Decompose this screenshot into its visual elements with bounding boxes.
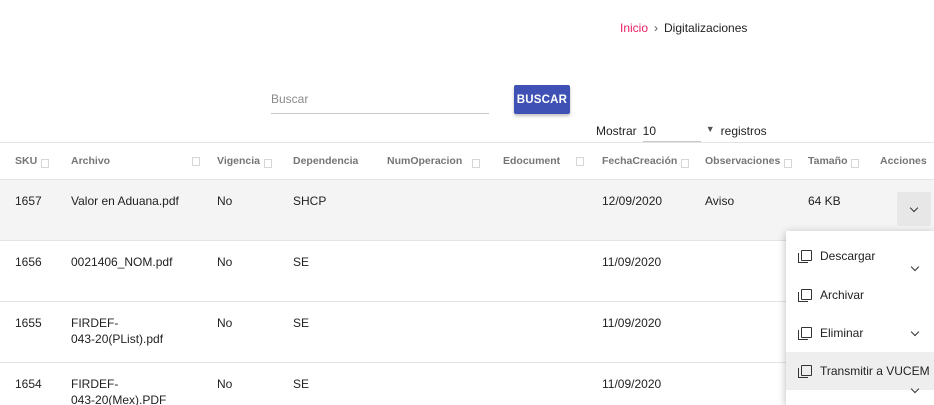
cell-vigencia: No xyxy=(217,377,233,391)
sort-icon[interactable] xyxy=(41,158,50,168)
page-size-control: Mostrar 10 ▼ registros xyxy=(596,120,767,142)
column-header-observaciones[interactable]: Observaciones xyxy=(705,155,793,168)
cell-archivo-line2: 043-20(Mex).PDF xyxy=(71,393,167,405)
sort-icon[interactable] xyxy=(192,157,200,166)
cell-archivo: Valor en Aduana.pdf xyxy=(71,194,179,208)
chevron-down-icon xyxy=(909,203,919,212)
row-actions-menu: Descargar Archivar Eliminar Transmitir a… xyxy=(786,231,934,405)
cell-archivo-line1: FIRDEF- xyxy=(71,316,119,330)
cell-dependencia: SE xyxy=(293,377,310,391)
cell-archivo: 0021406_NOM.pdf xyxy=(71,255,173,269)
cell-dependencia: SE xyxy=(293,255,310,269)
records-label: registros xyxy=(720,124,767,138)
cell-vigencia: No xyxy=(217,316,233,330)
breadcrumb-home-link[interactable]: Inicio xyxy=(620,21,648,35)
sort-icon[interactable] xyxy=(472,158,481,168)
cell-archivo-line1: FIRDEF- xyxy=(71,377,119,391)
table-header: SKU Archivo Vigencia Dependencia NumOper… xyxy=(0,142,934,180)
breadcrumb: Inicio › Digitalizaciones xyxy=(620,21,747,35)
menu-item-descargar[interactable]: Descargar xyxy=(786,237,934,275)
cell-fecha: 12/09/2020 xyxy=(602,194,663,208)
dropdown-arrow-icon: ▼ xyxy=(705,124,715,134)
file-copy-icon xyxy=(798,327,812,340)
cell-vigencia: No xyxy=(217,194,233,208)
cell-tamano: 64 KB xyxy=(808,194,841,208)
page-size-value: 10 xyxy=(642,123,657,138)
cell-fecha: 11/09/2020 xyxy=(602,255,662,269)
sort-icon[interactable] xyxy=(681,158,690,168)
search-button[interactable]: BUSCAR xyxy=(514,85,570,114)
menu-item-eliminar[interactable]: Eliminar xyxy=(786,314,934,352)
column-header-archivo[interactable]: Archivo xyxy=(71,155,110,167)
column-header-sku[interactable]: SKU xyxy=(15,155,50,168)
chevron-down-icon[interactable] xyxy=(910,327,920,336)
column-header-vigencia[interactable]: Vigencia xyxy=(217,155,272,168)
column-header-dependencia[interactable]: Dependencia xyxy=(293,155,358,167)
row-actions-button[interactable] xyxy=(897,192,931,226)
column-header-tamano[interactable]: Tamaño xyxy=(808,155,860,168)
cell-dependencia: SE xyxy=(293,316,310,330)
file-copy-icon xyxy=(798,365,812,378)
cell-dependencia: SHCP xyxy=(293,194,327,208)
breadcrumb-separator-icon: › xyxy=(654,21,659,35)
cell-archivo: FIRDEF- 043-20(PList).pdf xyxy=(71,315,163,347)
page-size-select[interactable]: 10 ▼ xyxy=(642,120,715,142)
breadcrumb-current: Digitalizaciones xyxy=(664,21,748,35)
search-input[interactable] xyxy=(271,88,489,114)
menu-item-archivar[interactable]: Archivar xyxy=(786,276,934,314)
cell-archivo: FIRDEF- 043-20(Mex).PDF xyxy=(71,376,166,405)
cell-observaciones: Aviso xyxy=(705,194,735,208)
menu-item-transmitir-vucem[interactable]: Transmitir a VUCEM xyxy=(786,352,934,390)
cell-fecha: 11/09/2020 xyxy=(602,316,662,330)
column-header-acciones: Acciones xyxy=(880,155,927,167)
file-copy-icon xyxy=(798,289,812,302)
sort-icon[interactable] xyxy=(576,157,584,166)
column-header-edocument[interactable]: Edocument xyxy=(503,155,560,167)
sort-icon[interactable] xyxy=(851,158,860,168)
cell-sku: 1654 xyxy=(15,377,42,391)
cell-sku: 1656 xyxy=(15,255,42,269)
cell-sku: 1657 xyxy=(15,194,42,208)
cell-archivo-line2: 043-20(PList).pdf xyxy=(71,332,164,346)
cell-vigencia: No xyxy=(217,255,233,269)
sort-icon[interactable] xyxy=(264,158,272,168)
file-copy-icon xyxy=(798,250,812,263)
sort-icon[interactable] xyxy=(784,158,793,168)
cell-sku: 1655 xyxy=(15,316,42,330)
column-header-fechacreacion[interactable]: FechaCreación xyxy=(602,155,690,168)
show-label: Mostrar xyxy=(596,124,637,138)
column-header-numoperacion[interactable]: NumOperacion xyxy=(387,155,481,168)
cell-fecha: 11/09/2020 xyxy=(602,377,662,391)
